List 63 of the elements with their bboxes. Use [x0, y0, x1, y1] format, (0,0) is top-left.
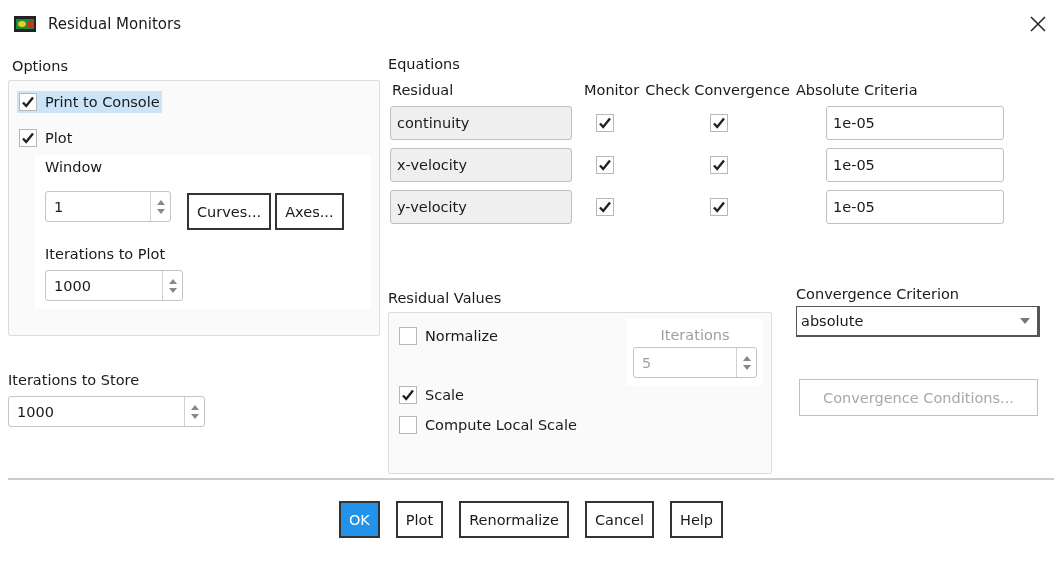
check-icon [712, 116, 726, 130]
column-header: Check Convergence [645, 82, 790, 98]
checkbox[interactable] [596, 198, 614, 216]
checkbox[interactable] [710, 156, 728, 174]
close-button[interactable] [1028, 14, 1048, 34]
check-icon [401, 388, 415, 402]
checkbox-option[interactable]: Compute Local Scale [397, 414, 579, 436]
checkbox[interactable] [710, 198, 728, 216]
window-spinbox[interactable]: 1 [45, 191, 171, 222]
checkbox-label: Print to Console [45, 94, 160, 110]
checkbox-option[interactable]: Scale [397, 384, 466, 406]
column-header: Absolute Criteria [795, 82, 918, 98]
criteria-field[interactable]: 1e-05 [826, 190, 1004, 224]
checkbox-option[interactable]: Normalize [397, 325, 501, 347]
field-label: Iterations to Plot [45, 246, 167, 262]
section-label: Equations [388, 56, 461, 72]
checkbox[interactable] [19, 93, 37, 111]
checkbox-option[interactable]: Print to Console [17, 91, 162, 113]
dialog-button[interactable]: Plot [395, 501, 444, 538]
close-icon [1030, 16, 1046, 32]
residual-field: continuity [390, 106, 572, 140]
field-label: Window [45, 159, 104, 175]
check-icon [598, 116, 612, 130]
dialog-button[interactable]: Cancel [584, 501, 654, 538]
dialog-button[interactable]: Axes... [275, 193, 344, 230]
checkbox[interactable] [596, 156, 614, 174]
check-icon [712, 158, 726, 172]
check-icon [598, 200, 612, 214]
checkbox-label: Normalize [425, 328, 499, 344]
column-header: Residual [392, 82, 455, 98]
checkbox-label: Scale [425, 387, 464, 403]
section-label: Residual Values [388, 290, 503, 306]
checkbox[interactable] [399, 327, 417, 345]
dropdown-arrow-icon [1019, 317, 1031, 325]
check-icon [598, 158, 612, 172]
window-title: Residual Monitors [48, 15, 182, 33]
checkbox-option[interactable]: Plot [17, 127, 75, 149]
checkbox[interactable] [596, 114, 614, 132]
check-icon [712, 200, 726, 214]
checkbox[interactable] [399, 386, 417, 404]
criteria-field[interactable]: 1e-05 [826, 148, 1004, 182]
criterion-dropdown[interactable]: absolute [796, 306, 1040, 337]
field-label: Iterations [660, 327, 730, 343]
app-icon [14, 16, 36, 32]
checkbox[interactable] [399, 416, 417, 434]
checkbox[interactable] [19, 129, 37, 147]
residual-field: y-velocity [390, 190, 572, 224]
checkbox-label: Compute Local Scale [425, 417, 577, 433]
checkbox-label: Plot [45, 130, 73, 146]
check-icon [21, 95, 35, 109]
check-icon [21, 131, 35, 145]
field-label: Convergence Criterion [796, 286, 960, 302]
residual-field: x-velocity [390, 148, 572, 182]
dialog-button[interactable]: Renormalize [459, 501, 569, 538]
dialog-button[interactable]: Help [670, 501, 724, 538]
criteria-field[interactable]: 1e-05 [826, 106, 1004, 140]
checkbox[interactable] [710, 114, 728, 132]
dialog-button[interactable]: Curves... [187, 193, 272, 230]
field-label: Iterations to Store [8, 372, 141, 388]
column-header: Monitor [584, 82, 640, 98]
section-label: Options [11, 58, 69, 74]
iterations-spinbox[interactable]: 1000 [8, 396, 205, 427]
iterations-spinbox[interactable]: 1000 [45, 270, 183, 301]
